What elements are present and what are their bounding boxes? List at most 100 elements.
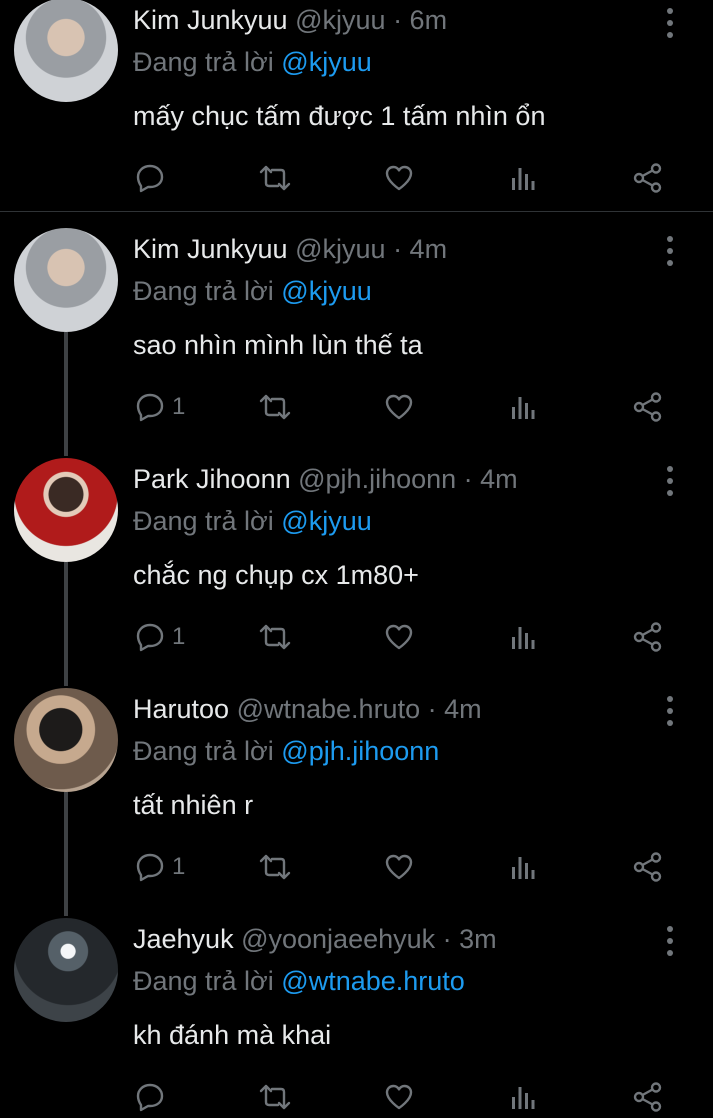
tweet[interactable]: Kim Junkyuu @kjyuu · 6m Đang trả lời @kj… [0, 0, 713, 212]
tweet[interactable]: Harutoo @wtnabe.hruto · 4m Đang trả lời … [0, 688, 713, 916]
tweet-text: chắc ng chụp cx 1m80+ [133, 560, 419, 590]
retweet-button[interactable] [258, 387, 292, 427]
tweet-text: kh đánh mà khai [133, 1020, 332, 1050]
reply-prefix: Đang trả lời [133, 736, 274, 766]
author-handle: @kjyuu [295, 5, 386, 35]
tweet-header: Park Jihoonn @pjh.jihoonn · 4m [133, 464, 518, 495]
reply-prefix: Đang trả lời [133, 276, 274, 306]
like-button[interactable] [383, 1077, 415, 1117]
like-icon [385, 1084, 413, 1110]
mention-link[interactable]: @kjyuu [281, 506, 371, 536]
share-icon [633, 1082, 662, 1112]
author-handle: @yoonjaeehyuk [241, 924, 436, 954]
more-icon[interactable] [662, 236, 678, 266]
tweet-divider [0, 211, 713, 212]
reply-icon [136, 164, 164, 193]
author-name[interactable]: Jaehyuk [133, 924, 234, 954]
reply-context: Đang trả lời @pjh.jihoonn [133, 736, 439, 767]
share-button[interactable] [632, 387, 664, 427]
mention-link[interactable]: @pjh.jihoonn [281, 736, 439, 766]
like-button[interactable] [383, 387, 415, 427]
timestamp[interactable]: · 3m [443, 924, 497, 954]
tweet[interactable]: Kim Junkyuu @kjyuu · 4m Đang trả lời @kj… [0, 228, 713, 456]
share-icon [633, 622, 662, 652]
views-icon [512, 397, 535, 419]
retweet-button[interactable] [258, 1077, 292, 1117]
like-button[interactable] [383, 847, 415, 887]
reply-icon [136, 393, 164, 422]
views-icon [512, 627, 535, 649]
share-button[interactable] [632, 1077, 664, 1117]
reply-button[interactable]: 1 [134, 387, 185, 427]
action-bar [0, 1077, 713, 1117]
tweet-header: Kim Junkyuu @kjyuu · 4m [133, 234, 447, 265]
author-handle: @pjh.jihoonn [298, 464, 457, 494]
share-button[interactable] [632, 847, 664, 887]
avatar[interactable] [14, 228, 118, 332]
tweet-header: Jaehyuk @yoonjaeehyuk · 3m [133, 924, 497, 955]
views-button[interactable] [510, 158, 538, 198]
reply-context: Đang trả lời @wtnabe.hruto [133, 966, 465, 997]
retweet-icon [259, 1084, 291, 1110]
avatar[interactable] [14, 458, 118, 562]
reply-prefix: Đang trả lời [133, 47, 274, 77]
timestamp[interactable]: · 4m [428, 694, 482, 724]
avatar[interactable] [14, 918, 118, 1022]
views-icon [512, 168, 535, 190]
tweet-header: Harutoo @wtnabe.hruto · 4m [133, 694, 482, 725]
retweet-icon [259, 854, 291, 880]
reply-count: 1 [172, 853, 186, 880]
author-name[interactable]: Kim Junkyuu [133, 234, 288, 264]
author-name[interactable]: Harutoo [133, 694, 229, 724]
share-button[interactable] [632, 617, 664, 657]
timestamp[interactable]: · 6m [393, 5, 447, 35]
tweet-header: Kim Junkyuu @kjyuu · 6m [133, 5, 447, 36]
mention-link[interactable]: @wtnabe.hruto [281, 966, 465, 996]
reply-prefix: Đang trả lời [133, 506, 274, 536]
avatar[interactable] [14, 688, 118, 792]
timestamp[interactable]: · 4m [393, 234, 447, 264]
like-icon [385, 854, 413, 880]
avatar[interactable] [14, 0, 118, 102]
reply-icon [136, 853, 164, 882]
reply-button[interactable]: 1 [134, 617, 185, 657]
reply-button[interactable] [134, 1077, 172, 1117]
reply-count: 1 [172, 393, 186, 420]
author-handle: @kjyuu [295, 234, 386, 264]
action-bar [0, 158, 713, 198]
author-handle: @wtnabe.hruto [236, 694, 421, 724]
more-icon[interactable] [662, 696, 678, 726]
share-icon [633, 163, 662, 193]
like-button[interactable] [383, 617, 415, 657]
share-button[interactable] [632, 158, 664, 198]
tweet[interactable]: Park Jihoonn @pjh.jihoonn · 4m Đang trả … [0, 458, 713, 686]
tweet[interactable]: Jaehyuk @yoonjaeehyuk · 3m Đang trả lời … [0, 918, 713, 1118]
author-name[interactable]: Park Jihoonn [133, 464, 291, 494]
tweet-text: mấy chục tấm được 1 tấm nhìn ổn [133, 101, 546, 131]
share-icon [633, 852, 662, 882]
views-button[interactable] [510, 847, 538, 887]
reply-button[interactable] [134, 158, 172, 198]
share-icon [633, 392, 662, 422]
retweet-button[interactable] [258, 847, 292, 887]
mention-link[interactable]: @kjyuu [281, 47, 371, 77]
more-icon[interactable] [662, 8, 678, 38]
more-icon[interactable] [662, 466, 678, 496]
timestamp[interactable]: · 4m [464, 464, 518, 494]
reply-button[interactable]: 1 [134, 847, 185, 887]
like-icon [385, 624, 413, 650]
views-button[interactable] [510, 387, 538, 427]
more-icon[interactable] [662, 926, 678, 956]
like-icon [385, 165, 413, 191]
reply-prefix: Đang trả lời [133, 966, 274, 996]
author-name[interactable]: Kim Junkyuu [133, 5, 288, 35]
views-icon [512, 1087, 535, 1109]
views-button[interactable] [510, 617, 538, 657]
retweet-icon [259, 394, 291, 420]
retweet-icon [259, 624, 291, 650]
mention-link[interactable]: @kjyuu [281, 276, 371, 306]
retweet-button[interactable] [258, 158, 292, 198]
views-button[interactable] [510, 1077, 538, 1117]
like-button[interactable] [383, 158, 415, 198]
retweet-button[interactable] [258, 617, 292, 657]
